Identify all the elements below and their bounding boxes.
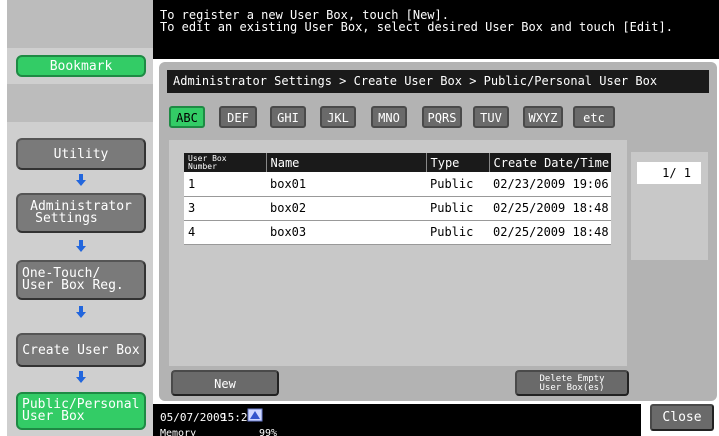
- administrator-settings-button[interactable]: Administrator Settings: [16, 193, 146, 233]
- one-touch-user-box-reg-button[interactable]: One-Touch/ User Box Reg.: [16, 260, 146, 300]
- status-date: 05/07/2009: [160, 411, 227, 424]
- table-row[interactable]: 4 box03 Public 02/25/2009 18:48: [184, 220, 611, 245]
- tab-def[interactable]: DEF: [219, 106, 257, 128]
- header-user-box-number: User Box Number: [184, 153, 266, 172]
- header-type: Type: [425, 153, 489, 172]
- row-name: box01: [266, 172, 426, 197]
- bookmark-label: Bookmark: [49, 58, 113, 74]
- memory-value: 99%: [259, 428, 278, 436]
- tab-etc[interactable]: etc: [573, 106, 615, 128]
- tab-jkl[interactable]: JKL: [320, 106, 356, 128]
- arrow-down-icon: [74, 174, 88, 188]
- screen: Bookmark Utility Administrator Settings …: [0, 0, 719, 436]
- row-number: 4: [184, 220, 266, 245]
- row-type: Public: [426, 220, 489, 245]
- tab-abc[interactable]: ABC: [169, 106, 205, 128]
- tab-pqrs[interactable]: PQRS: [422, 106, 462, 128]
- bookmark-button[interactable]: Bookmark: [16, 55, 146, 77]
- main-panel: Administrator Settings > Create User Box…: [159, 62, 717, 401]
- one-touch-label-2: User Box Reg.: [22, 278, 124, 293]
- public-personal-user-box-button[interactable]: Public/Personal User Box: [16, 392, 146, 430]
- public-personal-label-2: User Box: [22, 409, 85, 424]
- status-footer: 05/07/2009 15:26 Memory 99%: [153, 404, 641, 436]
- row-number: 1: [184, 172, 266, 197]
- header-number-line-2: Number: [188, 161, 217, 171]
- administrator-settings-label-2: Settings: [35, 211, 98, 226]
- sidebar-band-top: [7, 0, 153, 48]
- row-type: Public: [426, 172, 489, 197]
- page-indicator: 1/ 1: [637, 162, 701, 184]
- row-name: box03: [266, 220, 426, 245]
- row-date: 02/25/2009 18:48: [489, 196, 611, 221]
- memory-label: Memory: [160, 428, 197, 436]
- message-line-2: To edit an existing User Box, select des…: [160, 20, 673, 34]
- sidebar: Bookmark Utility Administrator Settings …: [7, 0, 153, 436]
- tab-mno[interactable]: MNO: [371, 106, 407, 128]
- row-number: 3: [184, 196, 266, 221]
- message-bar: To register a new User Box, touch [New].…: [153, 0, 719, 59]
- delete-label-2: User Box(es): [539, 383, 605, 393]
- create-user-box-button[interactable]: Create User Box: [16, 333, 146, 367]
- network-icon: [247, 408, 263, 422]
- table-header-row: User Box Number Name Type Create Date/Ti…: [184, 153, 611, 172]
- delete-empty-user-box-button[interactable]: Delete Empty User Box(es): [515, 370, 629, 396]
- pager: 1/ 1: [631, 152, 708, 260]
- row-date: 02/25/2009 18:48: [489, 220, 611, 245]
- tab-tuv[interactable]: TUV: [473, 106, 509, 128]
- arrow-down-icon: [74, 306, 88, 320]
- header-create-date: Create Date/Time: [488, 153, 611, 172]
- row-type: Public: [426, 196, 489, 221]
- breadcrumb: Administrator Settings > Create User Box…: [167, 70, 709, 93]
- user-box-list: User Box Number Name Type Create Date/Ti…: [169, 140, 627, 366]
- row-name: box02: [266, 196, 426, 221]
- tab-ghi[interactable]: GHI: [270, 106, 306, 128]
- close-button[interactable]: Close: [650, 404, 714, 431]
- create-user-box-label: Create User Box: [22, 342, 140, 358]
- new-button[interactable]: New: [171, 370, 279, 396]
- arrow-down-icon: [74, 371, 88, 385]
- utility-label: Utility: [53, 146, 109, 162]
- utility-button[interactable]: Utility: [16, 138, 146, 170]
- sidebar-band-mid: [7, 84, 153, 122]
- tab-wxyz[interactable]: WXYZ: [523, 106, 563, 128]
- table-row[interactable]: 1 box01 Public 02/23/2009 19:06: [184, 172, 611, 197]
- row-date: 02/23/2009 19:06: [489, 172, 611, 197]
- header-name: Name: [265, 153, 426, 172]
- arrow-down-icon: [74, 240, 88, 254]
- table-row[interactable]: 3 box02 Public 02/25/2009 18:48: [184, 196, 611, 221]
- user-box-table: User Box Number Name Type Create Date/Ti…: [184, 153, 611, 245]
